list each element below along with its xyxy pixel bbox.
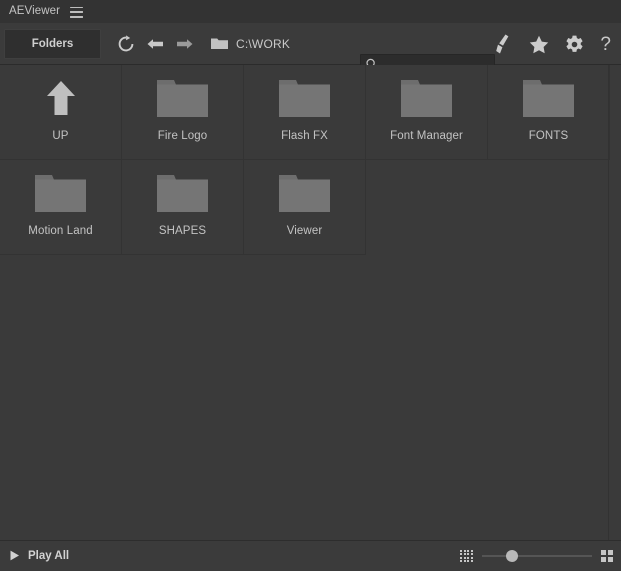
app-title: AEViewer [9,4,61,17]
grid-item-up[interactable]: UP [0,65,122,160]
grid-item-folder[interactable]: Fire Logo [122,65,244,160]
grid-large-icon[interactable] [601,550,613,562]
status-bar: Play All [0,540,621,570]
grid-item-label: Motion Land [28,225,93,237]
zoom-controls [460,541,613,571]
star-icon[interactable] [529,35,549,54]
path-breadcrumb[interactable]: C:\WORK [211,37,290,51]
tab-folders[interactable]: Folders [4,28,101,59]
grid-item-folder[interactable]: Font Manager [366,65,488,160]
refresh-icon[interactable] [117,34,135,53]
play-all-label: Play All [28,549,70,562]
grid-item-label: FONTS [528,130,569,142]
folder-icon [244,160,365,226]
paint-bucket-icon[interactable] [495,34,513,54]
folder-icon [211,37,228,50]
toolbar: Folders C:\WORK ? [0,23,621,75]
hamburger-icon[interactable] [70,6,84,18]
slider-knob[interactable] [505,550,518,562]
thumbnail-size-slider[interactable] [482,550,592,562]
play-all-button[interactable]: Play All [10,550,69,562]
up-arrow-icon [0,65,121,131]
toolbar-actions: ? [495,23,611,65]
grid-item-folder[interactable]: Viewer [244,160,366,255]
grid-item-label: Fire Logo [157,130,208,142]
grid-item-label: UP [52,130,69,142]
grid-item-label: Font Manager [390,130,463,142]
grid-item-label: SHAPES [158,225,207,237]
app-window: AEViewer Folders C:\WORK ? UP Fire Logo … [0,0,621,570]
content-area: UP Fire Logo Flash FX Font Manager FONTS Moti… [0,65,621,540]
grid-item-folder[interactable]: FONTS [488,65,610,160]
tab-folders-label: Folders [31,37,74,50]
folder-icon [244,65,365,131]
grid-item-folder[interactable]: SHAPES [122,160,244,255]
folder-grid: UP Fire Logo Flash FX Font Manager FONTS Moti… [0,65,610,255]
path-text: C:\WORK [236,36,291,51]
title-bar: AEViewer [0,0,621,23]
grid-small-icon[interactable] [460,549,473,563]
play-triangle-icon [10,550,20,561]
arrow-right-icon[interactable] [176,37,193,51]
folder-icon [366,65,487,131]
vertical-scrollbar[interactable] [608,65,609,540]
grid-item-label: Viewer [286,225,323,237]
grid-item-folder[interactable]: Flash FX [244,65,366,160]
grid-item-label: Flash FX [281,130,328,142]
navigation-group [117,34,193,53]
help-icon[interactable]: ? [600,35,611,54]
grid-item-folder[interactable]: Motion Land [0,160,122,255]
arrow-left-icon[interactable] [147,37,164,51]
folder-icon [488,65,609,131]
folder-icon [122,65,243,131]
folder-icon [0,160,121,226]
folder-icon [122,160,243,226]
gear-icon[interactable] [565,35,584,54]
